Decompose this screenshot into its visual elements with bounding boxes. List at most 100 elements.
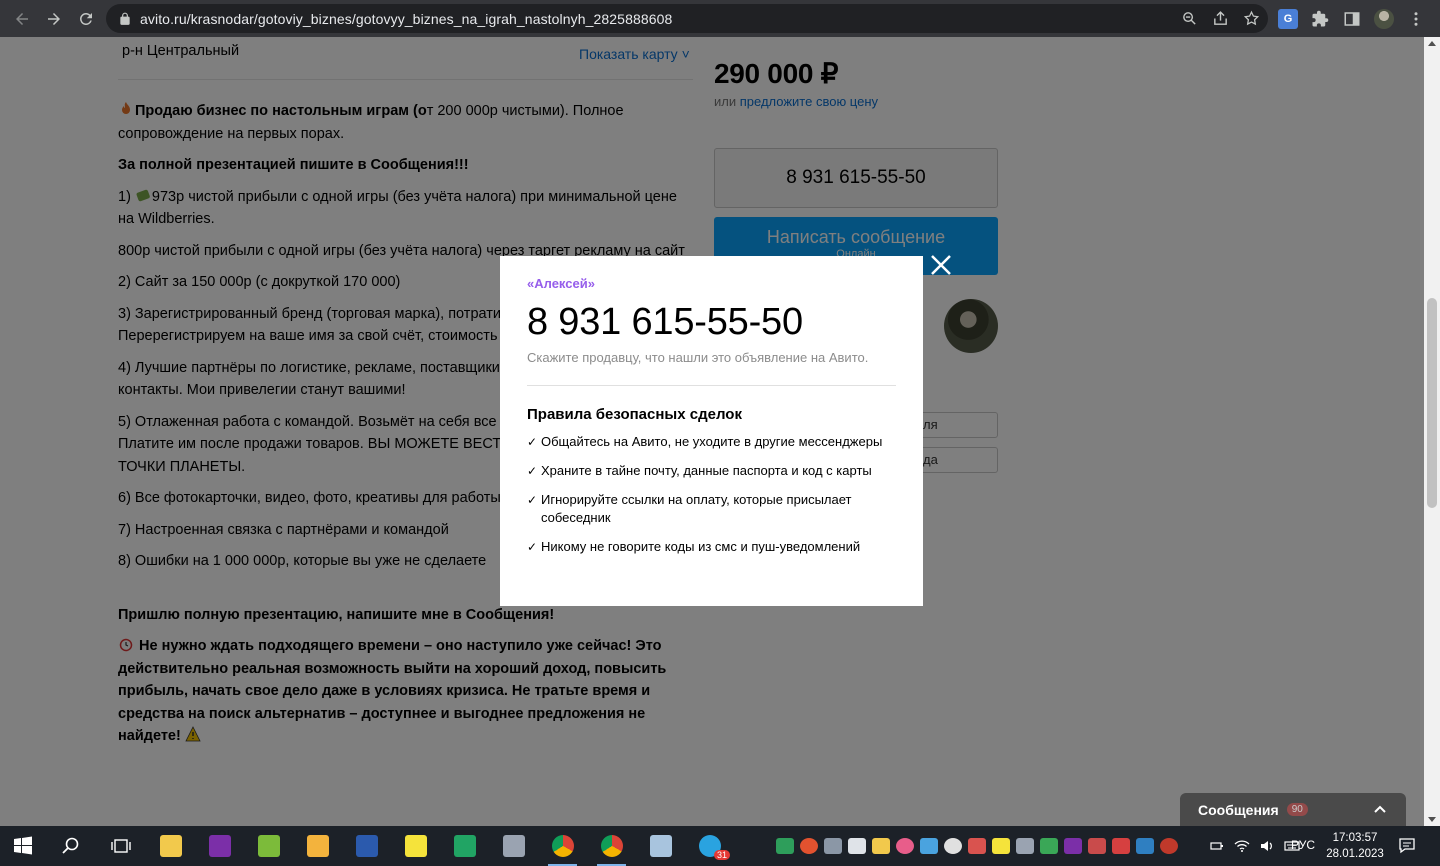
check-icon: ✓ xyxy=(527,493,538,507)
tray-check-icon[interactable] xyxy=(992,838,1010,854)
search-button[interactable] xyxy=(46,826,96,866)
safety-rule-text: Игнорируйте ссылки на оплату, которые пр… xyxy=(541,492,852,525)
safety-rule-text: Никому не говорите коды из смс и пуш-уве… xyxy=(541,539,861,554)
safety-rule: ✓ Общайтесь на Авито, не уходите в другие… xyxy=(527,433,896,451)
messages-label: Сообщения xyxy=(1198,801,1279,818)
tray-file-icon[interactable] xyxy=(848,838,866,854)
tray-globe-icon[interactable] xyxy=(1040,838,1058,854)
tray-block-icon[interactable] xyxy=(944,838,962,854)
safety-rules-title: Правила безопасных сделок xyxy=(527,406,742,423)
scroll-up-icon[interactable] xyxy=(1428,41,1436,46)
taskbar-app-notepad[interactable] xyxy=(146,826,195,866)
system-status-icons xyxy=(1209,826,1300,866)
taskbar-app-calculator[interactable] xyxy=(636,826,685,866)
tray-tool-icon[interactable] xyxy=(1088,838,1106,854)
arrow-right-icon xyxy=(48,12,60,25)
notification-icon[interactable] xyxy=(1398,836,1416,854)
safety-rule-text: Общайтесь на Авито, не уходите в другие … xyxy=(541,434,883,449)
power-icon[interactable] xyxy=(1209,838,1225,854)
messages-panel[interactable]: Сообщения 90 xyxy=(1180,793,1406,826)
arrow-left-icon xyxy=(16,12,28,25)
modal-hint: Скажите продавцу, что нашли это объявлен… xyxy=(527,350,869,365)
close-icon[interactable] xyxy=(928,252,954,278)
lock-icon xyxy=(120,12,130,25)
windows-taskbar: 31 РУС 17:03:57 28.01.2023 xyxy=(0,826,1440,866)
taskbar-app-utility[interactable] xyxy=(489,826,538,866)
tray-browser-icon[interactable] xyxy=(800,838,818,854)
taskbar-app-sticky-notes[interactable] xyxy=(391,826,440,866)
scroll-down-icon[interactable] xyxy=(1428,817,1436,822)
folder-icon xyxy=(306,835,329,857)
windows-logo-icon xyxy=(14,836,32,855)
taskbar-app-onenote[interactable] xyxy=(195,826,244,866)
back-button[interactable] xyxy=(6,3,38,35)
tray-monitor-icon[interactable] xyxy=(824,838,842,854)
safety-rule: ✓ Храните в тайне почту, данные паспорта … xyxy=(527,462,896,480)
taskbar-app-sheets[interactable] xyxy=(440,826,489,866)
tray-grid-icon[interactable] xyxy=(920,838,938,854)
browser-toolbar: avito.ru/krasnodar/gotoviy_biznes/gotovy… xyxy=(0,0,1440,37)
sticky-notes-icon xyxy=(404,835,427,857)
profile-avatar[interactable] xyxy=(1374,8,1394,29)
notepad-icon xyxy=(159,835,182,857)
check-icon: ✓ xyxy=(527,540,538,554)
google-translate-icon[interactable]: G xyxy=(1278,8,1298,29)
onenote-icon xyxy=(208,835,231,857)
volume-icon[interactable] xyxy=(1259,838,1275,854)
bookmark-star-icon[interactable] xyxy=(1243,10,1260,27)
url-text: avito.ru/krasnodar/gotoviy_biznes/gotovy… xyxy=(140,10,673,27)
side-panel-icon[interactable] xyxy=(1342,9,1362,29)
page-scrollbar[interactable] xyxy=(1424,37,1440,826)
editor-icon xyxy=(257,835,280,857)
scrollbar-thumb[interactable] xyxy=(1427,298,1437,508)
safety-rule-text: Храните в тайне почту, данные паспорта и… xyxy=(541,463,872,478)
spreadsheet-icon xyxy=(453,835,476,857)
taskbar-app-word[interactable] xyxy=(342,826,391,866)
tray-arrow-icon[interactable] xyxy=(1112,838,1130,854)
task-view-button[interactable] xyxy=(96,826,146,866)
address-bar[interactable]: avito.ru/krasnodar/gotoviy_biznes/gotovy… xyxy=(106,4,1268,33)
wifi-icon[interactable] xyxy=(1234,838,1250,854)
safety-rules-list: ✓ Общайтесь на Авито, не уходите в другие… xyxy=(527,433,896,556)
share-icon[interactable] xyxy=(1212,10,1229,27)
modal-seller-name[interactable]: «Алексей» xyxy=(527,276,896,291)
messages-count-badge: 90 xyxy=(1286,803,1308,816)
clock-date: 28.01.2023 xyxy=(1326,848,1384,860)
taskbar-app-explorer[interactable] xyxy=(293,826,342,866)
calculator-icon xyxy=(649,835,672,857)
tray-fx-icon[interactable] xyxy=(1136,838,1154,854)
telegram-badge: 31 xyxy=(714,850,731,860)
word-icon xyxy=(355,835,378,857)
search-icon xyxy=(62,837,79,854)
tray-alert-icon[interactable] xyxy=(1160,838,1178,854)
check-icon: ✓ xyxy=(527,464,538,478)
clock-time: 17:03:57 xyxy=(1332,832,1378,844)
clock[interactable]: 17:03:57 28.01.2023 xyxy=(1320,830,1390,862)
tray-cloud-icon[interactable] xyxy=(968,838,986,854)
forward-button[interactable] xyxy=(38,3,70,35)
language-indicator[interactable]: РУС xyxy=(1291,838,1315,852)
menu-dots-icon[interactable] xyxy=(1406,9,1426,29)
phone-modal: «Алексей» 8 931 615-55-50 Скажите продав… xyxy=(500,256,923,606)
modal-divider xyxy=(527,385,896,386)
reload-icon xyxy=(80,12,92,25)
system-tray-apps xyxy=(776,826,1178,866)
start-button[interactable] xyxy=(0,826,46,866)
safety-rule: ✓ Игнорируйте ссылки на оплату, которые п… xyxy=(527,491,896,527)
tray-notes-icon[interactable] xyxy=(872,838,890,854)
tray-window-icon[interactable] xyxy=(1016,838,1034,854)
tray-shield-icon[interactable] xyxy=(776,838,794,854)
reload-button[interactable] xyxy=(70,3,102,35)
zoom-icon[interactable] xyxy=(1181,10,1198,27)
chrome-icon xyxy=(600,835,623,857)
taskbar-app-chrome-1[interactable] xyxy=(538,826,587,866)
chevron-up-icon[interactable] xyxy=(1374,803,1386,815)
chrome-icon xyxy=(551,835,574,857)
taskbar-app-chrome-2[interactable] xyxy=(587,826,636,866)
taskbar-app-editor[interactable] xyxy=(244,826,293,866)
tray-target-icon[interactable] xyxy=(896,838,914,854)
extensions-icon[interactable] xyxy=(1310,9,1330,29)
tray-onenote-icon[interactable] xyxy=(1064,838,1082,854)
taskbar-app-telegram[interactable]: 31 xyxy=(685,826,734,866)
utility-icon xyxy=(502,835,525,857)
